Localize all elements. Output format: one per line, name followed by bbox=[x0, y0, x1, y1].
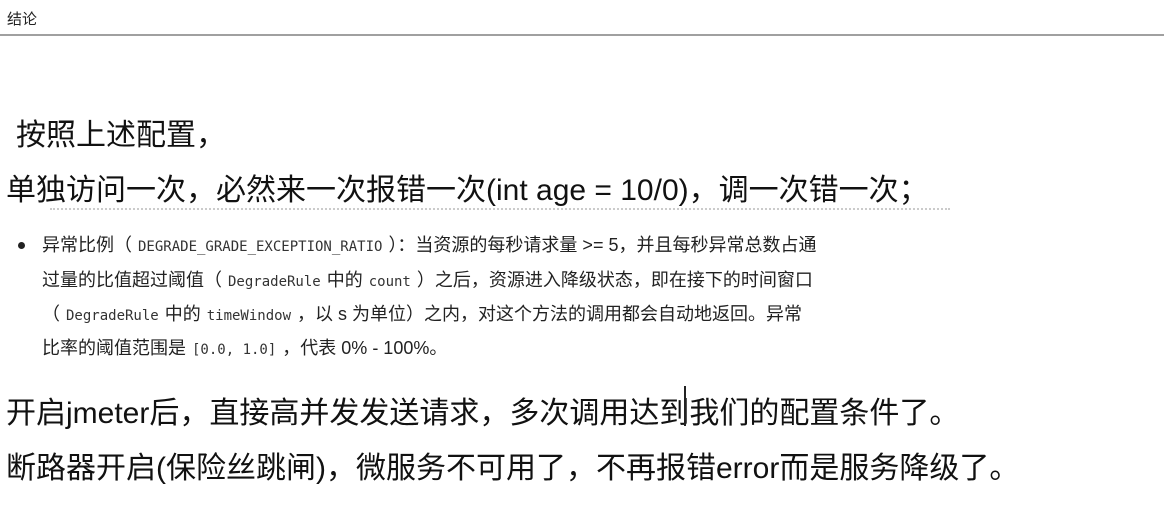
bullet-text: 异常比例（ bbox=[42, 235, 132, 255]
bullet-text: ，代表 0% - 100%。 bbox=[282, 338, 448, 358]
code-span: count bbox=[368, 274, 411, 290]
text-cursor bbox=[684, 386, 686, 426]
text-line-1: 按照上述配置， bbox=[16, 119, 226, 152]
bullet-line-3: （ DegradeRule 中的 timeWindow ，以 s 为单位）之内，对这个方… bbox=[42, 300, 802, 326]
bullet-text: 过量的比值超过阈值（ bbox=[42, 270, 222, 290]
code-span: DegradeRule bbox=[228, 274, 321, 290]
cropped-text-fragment bbox=[50, 208, 950, 214]
bullet-text: 比率的阈值范围是 bbox=[42, 338, 186, 358]
text-line-2: 单独访问一次，必然来一次报错一次(int age = 10/0)，调一次错一次； bbox=[6, 174, 929, 207]
bullet-text: （ bbox=[42, 304, 60, 324]
bullet-line-4: 比率的阈值范围是 [0.0, 1.0] ，代表 0% - 100%。 bbox=[42, 334, 447, 360]
code-span: DEGRADE_GRADE_EXCEPTION_RATIO bbox=[138, 239, 383, 255]
bullet-line-1: 异常比例（ DEGRADE_GRADE_EXCEPTION_RATIO ）：当资源的… bbox=[42, 231, 816, 257]
code-span: DegradeRule bbox=[66, 308, 159, 324]
text-line-3: 开启jmeter后，直接高并发发送请求，多次调用达到我们的配置条件了。 bbox=[6, 397, 960, 430]
bullet-line-2: 过量的比值超过阈值（ DegradeRule 中的 count ）之后，资源进入降级状态… bbox=[42, 266, 813, 292]
window-titlebar: 结论 bbox=[0, 0, 1164, 36]
window-title: 结论 bbox=[7, 11, 38, 28]
bullet-text: 中的 bbox=[326, 270, 363, 290]
text-line-4: 断路器开启(保险丝跳闸)，微服务不可用了，不再报错error而是服务降级了。 bbox=[6, 452, 1020, 485]
bullet-text: ）之后，资源进入降级状态，即在接下的时间窗口 bbox=[416, 270, 813, 290]
bullet-text: 中的 bbox=[164, 304, 201, 324]
code-span: [0.0, 1.0] bbox=[192, 342, 277, 358]
bullet-text: ，以 s 为单位）之内，对这个方法的调用都会自动地返回。异常 bbox=[297, 304, 803, 324]
bullet-text: ）：当资源的每秒请求量 >= 5，并且每秒异常总数占通 bbox=[388, 235, 817, 255]
code-span: timeWindow bbox=[206, 308, 292, 324]
bullet-dot-icon bbox=[18, 242, 25, 249]
